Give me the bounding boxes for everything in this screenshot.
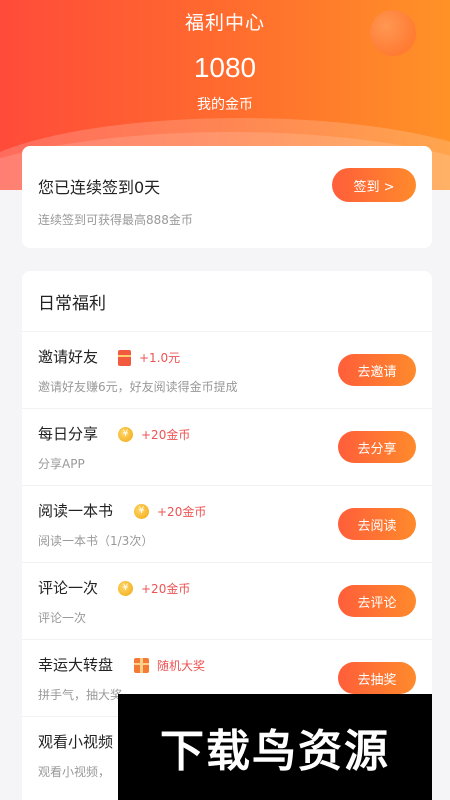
task-name: 阅读一本书: [38, 502, 114, 520]
coin-icon: ¥: [118, 581, 133, 596]
task-desc: 观看小视频，: [38, 765, 111, 779]
task-reward-text: +20金币: [157, 505, 207, 519]
task-reward: ¥ +20金币: [118, 426, 190, 443]
task-desc: 邀请好友赚6元，好友阅读得金币提成: [38, 380, 238, 394]
task-desc: 拼手气，抽大奖: [38, 688, 123, 702]
task-desc: 阅读一本书（1/3次）: [38, 534, 154, 548]
task-daily-share: 每日分享 ¥ +20金币 分享APP 去分享: [22, 408, 432, 485]
task-desc: 评论一次: [38, 611, 87, 625]
watermark-banner: 下载鸟资源: [118, 694, 432, 800]
coin-balance-label: 我的金币: [197, 97, 253, 113]
section-title: 日常福利: [38, 294, 106, 314]
gift-icon: [134, 658, 149, 673]
task-name: 评论一次: [38, 579, 99, 597]
red-packet-icon: [118, 349, 131, 366]
task-reward: ¥ +20金币: [118, 580, 190, 597]
task-reward: ¥ +20金币: [134, 503, 206, 520]
task-name: 幸运大转盘: [38, 656, 114, 674]
task-reward-text: +1.0元: [139, 351, 181, 365]
invite-button[interactable]: 去邀请: [338, 354, 416, 386]
checkin-card: 您已连续签到0天 连续签到可获得最高888金币 签到 >: [22, 146, 432, 248]
task-name: 邀请好友: [38, 348, 99, 366]
task-reward-text: +20金币: [141, 428, 191, 442]
task-name: 每日分享: [38, 425, 99, 443]
task-invite-friends: 邀请好友 +1.0元 邀请好友赚6元，好友阅读得金币提成 去邀请: [22, 331, 432, 408]
page-title: 福利中心: [184, 12, 265, 34]
share-button[interactable]: 去分享: [338, 431, 416, 463]
task-comment: 评论一次 ¥ +20金币 评论一次 去评论: [22, 562, 432, 639]
lottery-button[interactable]: 去抽奖: [338, 662, 416, 694]
task-reward-text: +20金币: [141, 582, 191, 596]
checkin-status: 您已连续签到0天: [38, 178, 161, 197]
task-desc: 分享APP: [38, 457, 85, 471]
task-reward: 随机大奖: [134, 657, 205, 674]
comment-button[interactable]: 去评论: [338, 585, 416, 617]
coin-icon: ¥: [134, 504, 149, 519]
task-read-book: 阅读一本书 ¥ +20金币 阅读一本书（1/3次） 去阅读: [22, 485, 432, 562]
coin-icon: ¥: [118, 427, 133, 442]
task-name: 观看小视频: [38, 733, 114, 751]
checkin-button[interactable]: 签到 >: [332, 168, 416, 202]
task-reward: +1.0元: [118, 349, 180, 366]
checkin-hint: 连续签到可获得最高888金币: [38, 213, 193, 227]
coin-balance: 1080: [193, 52, 257, 83]
read-button[interactable]: 去阅读: [338, 508, 416, 540]
task-reward-text: 随机大奖: [157, 659, 206, 673]
